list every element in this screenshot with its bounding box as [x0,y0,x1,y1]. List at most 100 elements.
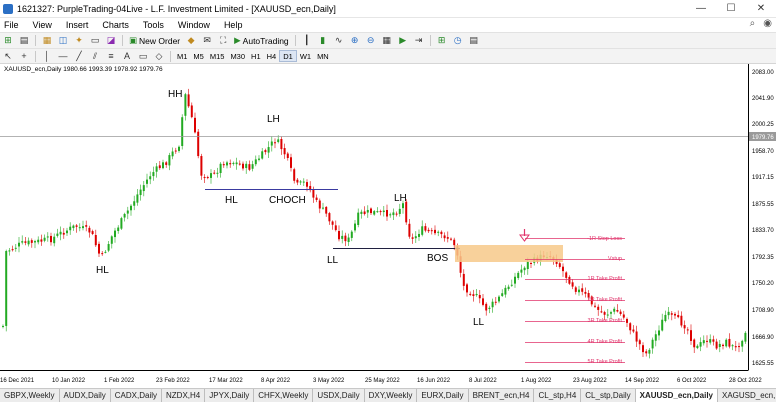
new-chart-icon[interactable]: ⊞ [1,35,15,47]
menu-window[interactable]: Window [171,20,217,30]
candle-body [642,345,644,353]
tf-mn[interactable]: MN [314,50,332,62]
chart-window[interactable]: XAUUSD_ecn,Daily 1980.66 1993.39 1978.92… [0,64,776,388]
tile-windows-icon[interactable]: ▦ [380,35,394,47]
line-chart-icon[interactable]: ∿ [332,35,346,47]
tf-h1[interactable]: H1 [248,50,264,62]
search-icon[interactable]: ⌕ [750,18,756,29]
candle-body [350,231,353,238]
label-choch: CHOCH [269,195,306,206]
candle-body [382,210,385,213]
date-label: 16 Jun 2022 [417,378,451,384]
tab-jpyx-daily[interactable]: JPYX,Daily [205,389,255,402]
tab-gbpx-weekly[interactable]: GBPX,Weekly [0,389,60,402]
bar-chart-icon[interactable]: ┃ [300,35,314,47]
tf-m5[interactable]: M5 [190,50,206,62]
channel-icon[interactable]: ⫽ [88,50,102,62]
candle-body [731,345,734,347]
tf-h4[interactable]: H4 [264,50,280,62]
navigator-icon[interactable]: ✦ [72,35,86,47]
candle-body [66,230,68,234]
tab-cadx-daily[interactable]: CADX,Daily [111,389,163,402]
tab-chfx-weekly[interactable]: CHFX,Weekly [254,389,314,402]
candle-body [398,208,401,214]
tf-m1[interactable]: M1 [174,50,190,62]
tab-nzdx-h4[interactable]: NZDX,H4 [162,389,206,402]
auto-scroll-icon[interactable]: ▶ [396,35,410,47]
chart-shift-icon[interactable]: ⇥ [412,35,426,47]
tab-xauusd-ecn-daily[interactable]: XAUUSD_ecn,Daily [635,389,718,402]
candlestick-icon[interactable]: ▮ [316,35,330,47]
tab-dxy-weekly[interactable]: DXY,Weekly [365,389,418,402]
tf-m15[interactable]: M15 [207,50,228,62]
metaeditor-icon[interactable]: ◆ [184,35,198,47]
candle-body [677,315,680,318]
candle-body [709,339,712,343]
zoom-out-icon[interactable]: ⊖ [364,35,378,47]
menu-file[interactable]: File [0,20,26,30]
market-watch-icon[interactable]: ▦ [40,35,54,47]
signals-icon[interactable]: ✉ [200,35,214,47]
tab-usdx-daily[interactable]: USDX,Daily [313,389,365,402]
candle-body [331,221,334,225]
vertical-line-icon[interactable]: │ [40,50,54,62]
strategy-tester-icon[interactable]: ◪ [104,35,118,47]
menu-help[interactable]: Help [217,20,250,30]
candle-body [219,163,222,174]
horizontal-line-icon[interactable]: — [56,50,70,62]
zoom-in-icon[interactable]: ⊕ [348,35,362,47]
menu-view[interactable]: View [26,20,59,30]
candle-body [50,235,52,243]
text-icon[interactable]: A [120,50,134,62]
price-axis: 2083.00 2041.90 2000.25 1958.70 1917.15 … [752,70,774,367]
candle-body [267,147,270,153]
autotrading-button[interactable]: ▶ AutoTrading [231,35,292,46]
candle-body [171,151,174,157]
menu-charts[interactable]: Charts [95,20,136,30]
close-button[interactable]: ✕ [746,0,776,17]
tab-cl-stp-daily[interactable]: CL_stp,Daily [581,389,636,402]
down-arrow-icon [519,229,530,242]
candle-body [475,293,478,296]
candle-body [699,342,702,347]
menu-tools[interactable]: Tools [136,20,171,30]
minimize-button[interactable]: — [686,0,716,17]
candle-body [504,287,507,295]
terminal-icon[interactable]: ▭ [88,35,102,47]
candle-body [117,227,120,232]
tab-xagusd-ecn-daily[interactable]: XAGUSD_ecn,Daily [718,389,776,402]
market-icon[interactable]: ⛶ [216,35,230,47]
maximize-button[interactable]: ☐ [716,0,746,17]
label-icon[interactable]: ▭ [136,50,150,62]
price-chart[interactable]: -1R Stop Loss Vstup 1R Take Profit 2R Ta… [0,64,776,388]
tab-brent-ecn-h4[interactable]: BRENT_ecn,H4 [469,389,535,402]
candle-body [226,162,228,166]
tf-d1[interactable]: D1 [279,50,297,62]
candle-body [344,235,347,242]
account-icon[interactable]: ◉ [763,18,772,29]
candle-body [613,308,616,312]
periods-icon[interactable]: ◷ [451,35,465,47]
date-label: 28 Oct 2022 [729,378,762,384]
crosshair-icon[interactable]: + [17,50,31,62]
menu-insert[interactable]: Insert [59,20,96,30]
tf-m30[interactable]: M30 [227,50,248,62]
tab-audx-daily[interactable]: AUDX,Daily [60,389,111,402]
data-window-icon[interactable]: ◫ [56,35,70,47]
fibonacci-icon[interactable]: ≡ [104,50,118,62]
indicators-icon[interactable]: ⊞ [435,35,449,47]
candle-body [222,164,225,166]
candle-body [242,163,244,169]
cursor-icon[interactable]: ↖ [1,50,15,62]
tab-eurx-daily[interactable]: EURX,Daily [417,389,469,402]
candle-body [325,206,328,214]
tab-cl-stp-h4[interactable]: CL_stp,H4 [534,389,582,402]
candle-body [443,235,446,239]
candle-body [30,240,33,243]
tf-w1[interactable]: W1 [297,50,314,62]
new-order-button[interactable]: ▣ New Order [126,35,183,46]
trendline-icon[interactable]: ╱ [72,50,86,62]
shapes-icon[interactable]: ◇ [152,50,166,62]
profiles-icon[interactable]: ▤ [17,35,31,47]
templates-icon[interactable]: ▤ [467,35,481,47]
